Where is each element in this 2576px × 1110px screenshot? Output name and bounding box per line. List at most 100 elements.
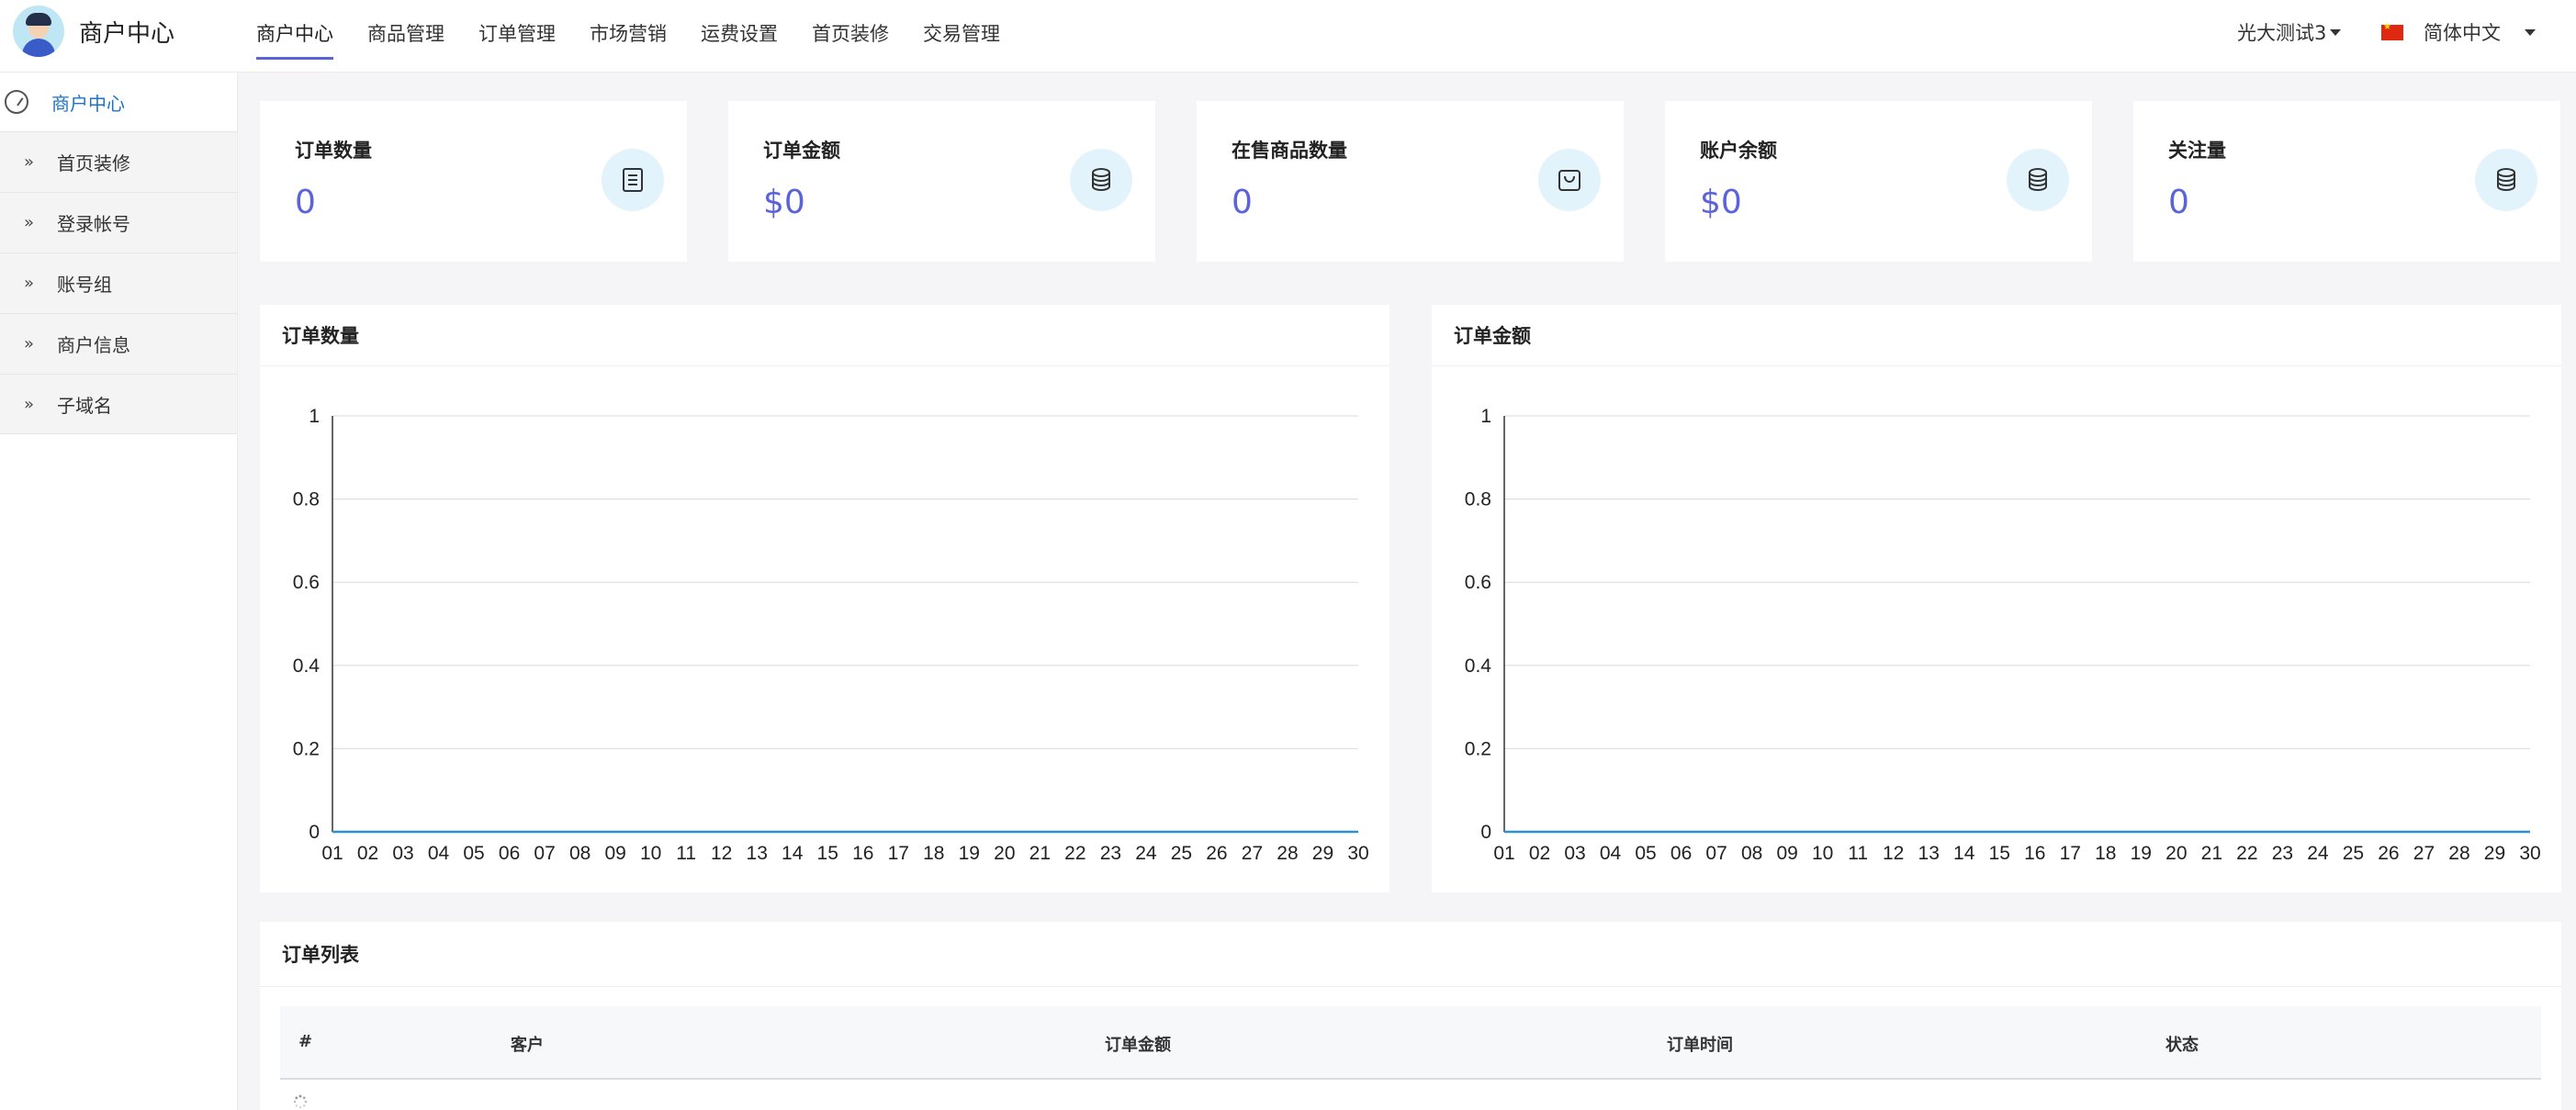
double-chevron-right-icon: »	[24, 274, 35, 293]
stat-value: 0	[1232, 184, 1253, 221]
x-tick-label: 28	[2448, 843, 2469, 864]
brand-title: 商户中心	[79, 19, 175, 48]
x-tick-label: 28	[1277, 843, 1298, 864]
x-tick-label: 18	[923, 843, 944, 864]
x-tick-label: 05	[1635, 843, 1656, 864]
nav-merchant-center[interactable]: 商户中心	[256, 0, 333, 60]
stat-value: $0	[1700, 184, 1742, 221]
x-tick-label: 07	[1705, 843, 1727, 864]
column-header-order-amount[interactable]: 订单金额	[1105, 1032, 1171, 1056]
stat-value: 0	[2168, 184, 2189, 221]
y-tick-label: 0.4	[293, 656, 321, 677]
x-tick-label: 04	[428, 843, 450, 864]
x-tick-label: 07	[534, 843, 555, 864]
language-menu[interactable]: 简体中文	[2381, 18, 2536, 46]
user-menu[interactable]: 光大测试3	[2237, 18, 2342, 46]
x-tick-label: 25	[1171, 843, 1192, 864]
x-tick-label: 20	[994, 843, 1015, 864]
caret-down-icon	[2330, 28, 2342, 36]
stat-card-account-balance: 账户余额 $0	[1665, 101, 2092, 262]
sidebar-title: 商户中心	[51, 92, 125, 115]
x-tick-label: 18	[2095, 843, 2116, 864]
sidebar-item-merchant-info[interactable]: » 商户信息	[0, 313, 237, 374]
double-chevron-right-icon: »	[24, 394, 35, 414]
nav-order-management[interactable]: 订单管理	[478, 0, 556, 60]
x-tick-label: 01	[1493, 843, 1514, 864]
x-tick-label: 14	[782, 843, 804, 864]
nav-product-management[interactable]: 商品管理	[367, 0, 444, 60]
column-header-index[interactable]: #	[298, 1032, 312, 1051]
bag-icon	[1538, 149, 1601, 211]
x-tick-label: 03	[1564, 843, 1585, 864]
x-tick-label: 14	[1953, 843, 1975, 864]
stat-label: 账户余额	[1700, 140, 1777, 162]
x-tick-label: 22	[1064, 843, 1086, 864]
x-tick-label: 24	[1135, 843, 1157, 864]
brand[interactable]: 商户中心	[13, 6, 174, 57]
x-tick-label: 16	[852, 843, 873, 864]
order-count-chart: 0 0.2 0.4 0.6 0.8 1 01 02 03 04 05 06 07 08 09 10 11 12 13…	[293, 406, 1369, 864]
caret-down-icon	[2525, 28, 2536, 36]
sidebar-item-login-account[interactable]: » 登录帐号	[0, 192, 237, 252]
y-tick-label: 0.4	[1465, 656, 1492, 677]
x-tick-label: 29	[2484, 843, 2505, 864]
sidebar-item-subdomain[interactable]: » 子域名	[0, 374, 237, 434]
sidebar-item-account-group[interactable]: » 账号组	[0, 252, 237, 313]
main-nav: 商户中心 商品管理 订单管理 市场营销 运费设置 首页装修 交易管理	[256, 0, 1034, 73]
x-tick-label: 08	[569, 843, 591, 864]
x-tick-label: 25	[2343, 843, 2364, 864]
x-tick-label: 01	[321, 843, 343, 864]
stat-label: 在售商品数量	[1232, 140, 1347, 162]
x-tick-label: 11	[1848, 843, 1868, 864]
stat-value: $0	[763, 184, 805, 221]
x-tick-label: 17	[2060, 843, 2081, 864]
y-tick-label: 0.2	[293, 738, 320, 759]
y-tick-label: 0	[309, 822, 320, 843]
x-tick-label: 20	[2165, 843, 2187, 864]
x-tick-label: 23	[1100, 843, 1121, 864]
orders-title: 订单列表	[282, 944, 359, 966]
nav-shipping-settings[interactable]: 运费设置	[701, 0, 778, 60]
order-amount-chart: 0 0.2 0.4 0.6 0.8 1 01 02 03 04 05 06 07 08 09 10 11 12 13…	[1465, 406, 2541, 864]
y-tick-label: 0.6	[1465, 572, 1491, 593]
double-chevron-right-icon: »	[24, 334, 35, 353]
x-tick-label: 26	[1206, 843, 1227, 864]
sidebar-item-label: 商户信息	[57, 334, 130, 356]
x-tick-label: 17	[888, 843, 909, 864]
stat-card-order-count: 订单数量 0	[260, 101, 687, 262]
sidebar-item-label: 登录帐号	[57, 213, 130, 235]
x-tick-label: 30	[2519, 843, 2540, 864]
y-tick-label: 0.2	[1465, 738, 1491, 759]
x-tick-label: 15	[817, 843, 838, 864]
y-tick-label: 1	[309, 406, 320, 427]
x-tick-label: 27	[2413, 843, 2435, 864]
coins-icon	[1070, 149, 1132, 211]
x-tick-label: 05	[463, 843, 484, 864]
nav-marketing[interactable]: 市场营销	[590, 0, 667, 60]
x-tick-label: 24	[2307, 843, 2329, 864]
loading-spinner-icon	[293, 1094, 308, 1109]
column-header-customer[interactable]: 客户	[511, 1032, 544, 1056]
sidebar-item-label: 子域名	[57, 394, 112, 417]
x-tick-label: 03	[392, 843, 413, 864]
x-tick-label: 02	[357, 843, 378, 864]
stat-label: 订单金额	[763, 140, 840, 162]
x-tick-label: 02	[1529, 843, 1550, 864]
nav-home-decoration[interactable]: 首页装修	[812, 0, 889, 60]
x-tick-label: 29	[1312, 843, 1333, 864]
x-tick-label: 09	[1776, 843, 1797, 864]
sidebar-item-home-decoration[interactable]: » 首页装修	[0, 131, 237, 192]
sidebar-item-label: 首页装修	[57, 152, 130, 174]
sidebar: 商户中心 » 首页装修 » 登录帐号 » 账号组 » 商户信息 » 子域名	[0, 73, 238, 1110]
y-tick-label: 0.8	[1465, 489, 1491, 510]
x-tick-label: 26	[2378, 843, 2399, 864]
list-icon	[602, 149, 664, 211]
nav-transaction-management[interactable]: 交易管理	[923, 0, 1000, 60]
column-header-order-time[interactable]: 订单时间	[1667, 1032, 1733, 1056]
sidebar-item-merchant-center[interactable]: 商户中心	[0, 73, 237, 131]
x-tick-label: 19	[959, 843, 980, 864]
x-tick-label: 12	[711, 843, 732, 864]
sidebar-item-label: 账号组	[57, 274, 112, 296]
y-tick-label: 1	[1480, 406, 1491, 427]
column-header-status[interactable]: 状态	[2165, 1032, 2199, 1056]
